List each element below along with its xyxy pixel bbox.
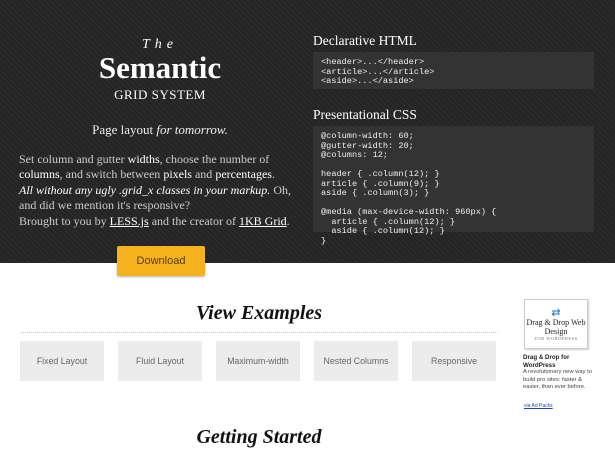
shuffle-icon: ⇄ [551, 306, 561, 319]
text: Brought to you by [19, 214, 110, 228]
example-maximum-width[interactable]: Maximum-width [216, 341, 300, 381]
ad-image[interactable]: ⇄ Drag & Drop Web Design FOR WORDPRESS [524, 299, 588, 349]
intro-paragraph: Set column and gutter widths, choose the… [19, 152, 309, 182]
html-code-title: Declarative HTML [313, 33, 417, 48]
ad-box-small: FOR WORDPRESS [534, 335, 578, 341]
css-code-title: Presentational CSS [313, 107, 417, 122]
highlight: widths [127, 152, 160, 166]
emphasis: All without any ugly .grid_x classes in … [19, 183, 271, 197]
credits-paragraph: Brought to you by LESS.js and the creato… [19, 214, 309, 229]
logo-subtitle: GRID SYSTEM [114, 87, 206, 102]
example-responsive[interactable]: Responsive [412, 341, 496, 381]
logo-title: Semantic [98, 50, 222, 85]
text: Set column and gutter [19, 152, 128, 166]
view-examples-heading: View Examples [195, 302, 323, 324]
divider [20, 332, 498, 333]
example-fixed-layout[interactable]: Fixed Layout [20, 341, 104, 381]
ad-packs-link[interactable]: via Ad Packs [524, 403, 553, 409]
less-link[interactable]: LESS.js [110, 214, 149, 228]
tagline-text: Page layout [92, 122, 157, 137]
highlight: pixels [163, 167, 192, 181]
text: , and switch between [59, 167, 164, 181]
text: . [271, 167, 275, 181]
html-code-block: <header>...</header> <article>...</artic… [313, 52, 594, 89]
text: , choose the number of [159, 152, 270, 166]
1kb-grid-link[interactable]: 1KB Grid [239, 214, 287, 228]
ad-heading[interactable]: Drag & Drop for WordPress [523, 354, 603, 369]
text: . [286, 214, 290, 228]
example-fluid-layout[interactable]: Fluid Layout [118, 341, 202, 381]
example-nested-columns[interactable]: Nested Columns [314, 341, 398, 381]
highlight: columns [19, 167, 60, 181]
tagline: Page layout for tomorrow. [19, 122, 301, 138]
ad-text: A revolutionary new way to build pro sit… [523, 369, 592, 391]
css-code-block: @column-width: 60; @gutter-width: 20; @c… [313, 126, 594, 245]
ad-box-title: Drag & Drop Web Design [526, 317, 586, 336]
download-button[interactable]: Download [117, 246, 205, 276]
text: and [191, 167, 216, 181]
highlight: percentages [215, 167, 272, 181]
responsive-paragraph: All without any ugly .grid_x classes in … [19, 183, 309, 213]
text: and the creator of [148, 214, 239, 228]
getting-started-heading: Getting Started [196, 426, 322, 448]
tagline-emphasis: for tomorrow. [156, 122, 228, 137]
